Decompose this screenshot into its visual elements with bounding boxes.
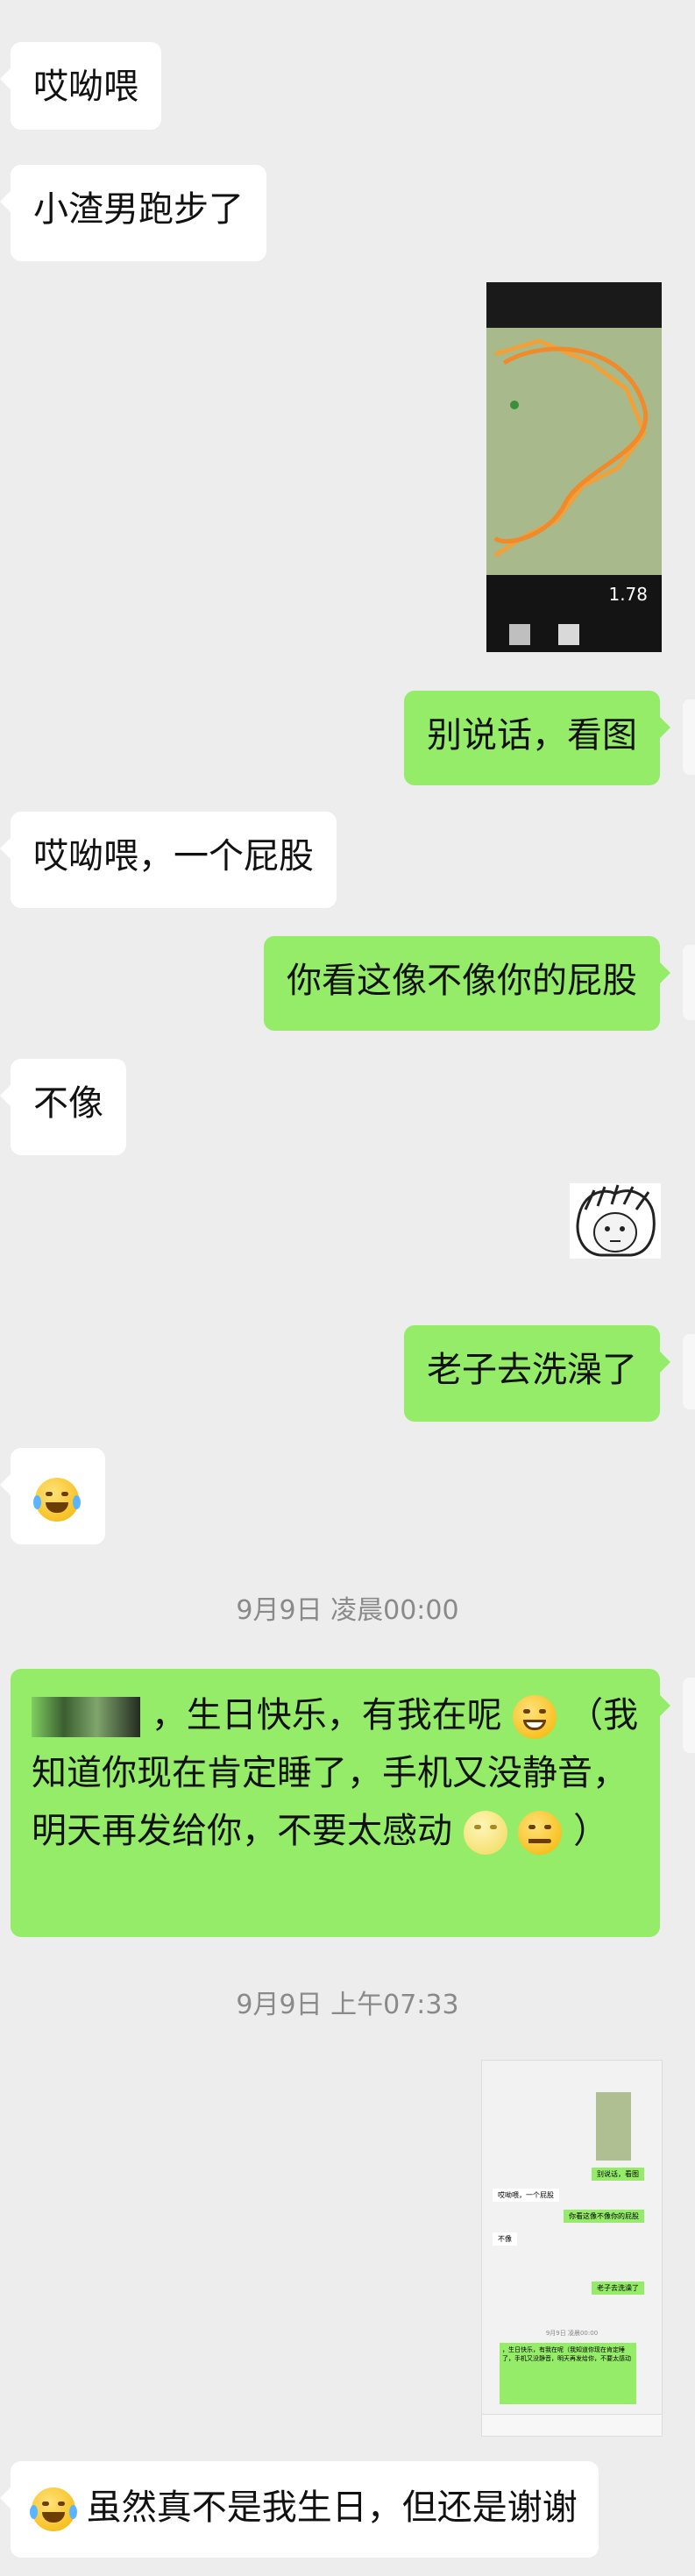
blurred-block-2 <box>558 624 579 645</box>
thumb-run-image <box>596 2092 631 2161</box>
message-text: ，生日快乐，有我在呢 <box>151 1695 502 1735</box>
route-path-svg <box>486 328 662 575</box>
message-sent-11[interactable]: ，生日快乐，有我在呢 （我知道你现在肯定睡了，手机又没静音，明天再发给你，不要太… <box>11 1669 670 1937</box>
smirking-face-icon <box>518 1811 563 1855</box>
message-received-5[interactable]: 哎呦喂，一个屁股 <box>0 812 337 908</box>
message-sent-6[interactable]: 你看这像不像你的屁股 <box>264 936 670 1031</box>
message-sent-9[interactable]: 老子去洗澡了 <box>404 1325 670 1422</box>
avatar[interactable] <box>683 699 695 775</box>
message-text: 老子去洗澡了 <box>427 1350 637 1390</box>
full-moon-face-icon <box>463 1811 507 1855</box>
messy-hair-sticker-icon <box>570 1183 661 1259</box>
avatar[interactable] <box>683 1678 695 1753</box>
message-text: 哎呦喂 <box>33 67 138 107</box>
message-received-2[interactable]: 小渣男跑步了 <box>0 165 266 261</box>
sticker-image[interactable] <box>570 1183 661 1259</box>
message-text: ） <box>573 1811 609 1851</box>
face-with-tears-of-joy-icon <box>30 2487 77 2531</box>
message-text: 不像 <box>33 1083 103 1124</box>
message-sent-4[interactable]: 别说话，看图 <box>404 691 670 785</box>
message-text: 小渣男跑步了 <box>33 189 244 230</box>
thumb-line-7: ，生日快乐，有我在呢（我知道你现在肯定睡了，手机又没静音，明天再发给你，不要太感… <box>500 2343 636 2404</box>
message-text: 你看这像不像你的屁股 <box>287 961 637 1001</box>
redacted-name <box>32 1697 140 1737</box>
message-received-1[interactable]: 哎呦喂 <box>0 42 161 130</box>
thumb-input-bar <box>482 2414 662 2436</box>
thumb-line-3: 你看这像不像你的屁股 <box>564 2210 644 2223</box>
blurred-block-1 <box>509 624 530 645</box>
avatar[interactable] <box>683 1334 695 1409</box>
message-text: 哎呦喂，一个屁股 <box>33 836 314 876</box>
thumb-line-5: 老子去洗澡了 <box>592 2281 644 2295</box>
timestamp: 9月9日 上午07:33 <box>236 1990 459 2020</box>
thumb-line-2: 哎呦喂，一个屁股 <box>493 2189 559 2202</box>
message-received-10[interactable] <box>0 1448 105 1544</box>
run-route-image[interactable]: 1.78 <box>486 282 662 652</box>
message-text: 虽然真不是我生日，但还是谢谢 <box>86 2487 578 2528</box>
thumb-line-1: 别说话，看图 <box>592 2168 644 2181</box>
thumb-line-4: 不像 <box>493 2232 517 2246</box>
grinning-squinting-face-icon <box>513 1695 557 1739</box>
distance-value: 1.78 <box>608 584 648 605</box>
message-received-13[interactable]: 虽然真不是我生日，但还是谢谢 <box>0 2461 599 2558</box>
message-text: 别说话，看图 <box>427 715 637 756</box>
run-map <box>486 328 662 575</box>
chat-screenshot-thumbnail[interactable]: 别说话，看图 哎呦喂，一个屁股 你看这像不像你的屁股 不像 老子去洗澡了 9月9… <box>481 2060 663 2437</box>
avatar[interactable] <box>683 945 695 1020</box>
run-stats-bar: 1.78 <box>486 575 662 652</box>
message-received-7[interactable]: 不像 <box>0 1059 126 1155</box>
thumb-line-6: 9月9日 凌晨00:00 <box>545 2330 599 2337</box>
timestamp: 9月9日 凌晨00:00 <box>236 1595 459 1626</box>
face-with-tears-of-joy-icon <box>33 1478 81 1522</box>
